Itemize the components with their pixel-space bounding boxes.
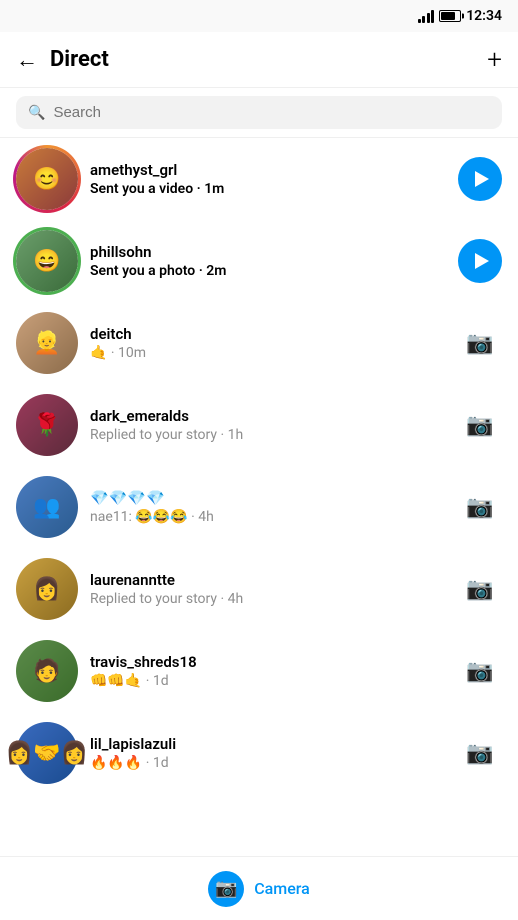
message-preview: Sent you a photo · 2m (90, 263, 446, 279)
avatar: 😊 (16, 148, 78, 210)
camera-action-button[interactable]: 📷 (458, 485, 502, 529)
message-username: lil_lapislazuli (90, 735, 446, 753)
list-item[interactable]: 👥 💎💎💎💎 nae11: 😂😂😂 · 4h 📷 (0, 466, 518, 548)
page-title: Direct (50, 47, 109, 72)
list-item[interactable]: 👩 laurenanntte Replied to your story · 4… (0, 548, 518, 630)
camera-icon: 📷 (466, 413, 493, 438)
avatar: 👩‍🤝‍👩 (16, 722, 78, 784)
camera-action-button[interactable]: 📷 (458, 649, 502, 693)
message-username: phillsohn (90, 243, 446, 261)
avatar-container: 👩‍🤝‍👩 (16, 722, 78, 784)
list-item[interactable]: 😊 amethyst_grl Sent you a video · 1m (0, 138, 518, 220)
play-triangle-icon (475, 171, 489, 187)
camera-icon: 📷 (466, 495, 493, 520)
message-preview: Replied to your story · 4h (90, 591, 446, 607)
camera-icon: 📷 (466, 577, 493, 602)
message-preview: Sent you a video · 1m (90, 181, 446, 197)
camera-action-button[interactable]: 📷 (458, 403, 502, 447)
nav-left: ← Direct (16, 47, 109, 73)
bottom-bar[interactable]: 📷 Camera (0, 856, 518, 920)
active-ring: 😄 (13, 227, 81, 295)
camera-label: Camera (254, 879, 310, 898)
message-username: travis_shreds18 (90, 653, 446, 671)
camera-action-button[interactable]: 📷 (458, 567, 502, 611)
search-bar: 🔍 (0, 88, 518, 137)
message-info: deitch 🤙 · 10m (90, 325, 446, 361)
list-item[interactable]: 👱 deitch 🤙 · 10m 📷 (0, 302, 518, 384)
message-info: amethyst_grl Sent you a video · 1m (90, 161, 446, 197)
battery-icon (439, 10, 461, 22)
message-info: dark_emeralds Replied to your story · 1h (90, 407, 446, 443)
list-item[interactable]: 🧑 travis_shreds18 👊👊🤙 · 1d 📷 (0, 630, 518, 712)
message-preview: nae11: 😂😂😂 · 4h (90, 509, 446, 525)
back-button[interactable]: ← (16, 47, 38, 73)
avatar-container: 👥 (16, 476, 78, 538)
message-preview: 🤙 · 10m (90, 345, 446, 361)
message-info: laurenanntte Replied to your story · 4h (90, 571, 446, 607)
search-wrapper[interactable]: 🔍 (16, 96, 502, 129)
avatar-container: 😄 (16, 230, 78, 292)
play-circle (458, 239, 502, 283)
camera-icon: 📷 (466, 331, 493, 356)
camera-action-button[interactable]: 📷 (458, 731, 502, 775)
avatar: 🧑 (16, 640, 78, 702)
avatar: 👥 (16, 476, 78, 538)
new-message-button[interactable]: + (487, 47, 502, 73)
avatar: 🌹 (16, 394, 78, 456)
message-username: deitch (90, 325, 446, 343)
search-icon: 🔍 (28, 105, 45, 121)
top-nav: ← Direct + (0, 32, 518, 88)
message-username: laurenanntte (90, 571, 446, 589)
message-username: dark_emeralds (90, 407, 446, 425)
avatar: 👱 (16, 312, 78, 374)
avatar-container: 🌹 (16, 394, 78, 456)
message-info: 💎💎💎💎 nae11: 😂😂😂 · 4h (90, 489, 446, 525)
avatar-container: 😊 (16, 148, 78, 210)
search-input[interactable] (53, 104, 490, 121)
status-bar: 12:34 (0, 0, 518, 32)
story-ring: 😊 (13, 145, 81, 213)
play-circle (458, 157, 502, 201)
list-item[interactable]: 🌹 dark_emeralds Replied to your story · … (0, 384, 518, 466)
message-list: 😊 amethyst_grl Sent you a video · 1m 😄 (0, 138, 518, 858)
list-item[interactable]: 👩‍🤝‍👩 lil_lapislazuli 🔥🔥🔥 · 1d 📷 (0, 712, 518, 794)
play-button[interactable] (458, 239, 502, 283)
message-info: lil_lapislazuli 🔥🔥🔥 · 1d (90, 735, 446, 771)
camera-action-button[interactable]: 📷 (458, 321, 502, 365)
status-time: 12:34 (466, 8, 502, 24)
message-info: travis_shreds18 👊👊🤙 · 1d (90, 653, 446, 689)
camera-circle: 📷 (208, 871, 244, 907)
avatar-container: 👩 (16, 558, 78, 620)
avatar: 😄 (16, 230, 78, 292)
signal-icon (418, 9, 435, 23)
list-item[interactable]: 😄 phillsohn Sent you a photo · 2m (0, 220, 518, 302)
message-username: amethyst_grl (90, 161, 446, 179)
camera-icon: 📷 (215, 878, 237, 899)
message-preview: 🔥🔥🔥 · 1d (90, 755, 446, 771)
avatar: 👩 (16, 558, 78, 620)
play-triangle-icon (475, 253, 489, 269)
message-preview: Replied to your story · 1h (90, 427, 446, 443)
camera-icon: 📷 (466, 741, 493, 766)
avatar-container: 👱 (16, 312, 78, 374)
play-button[interactable] (458, 157, 502, 201)
avatar-container: 🧑 (16, 640, 78, 702)
message-info: phillsohn Sent you a photo · 2m (90, 243, 446, 279)
message-preview: 👊👊🤙 · 1d (90, 673, 446, 689)
camera-icon: 📷 (466, 659, 493, 684)
status-icons: 12:34 (418, 8, 502, 24)
message-username: 💎💎💎💎 (90, 489, 446, 507)
